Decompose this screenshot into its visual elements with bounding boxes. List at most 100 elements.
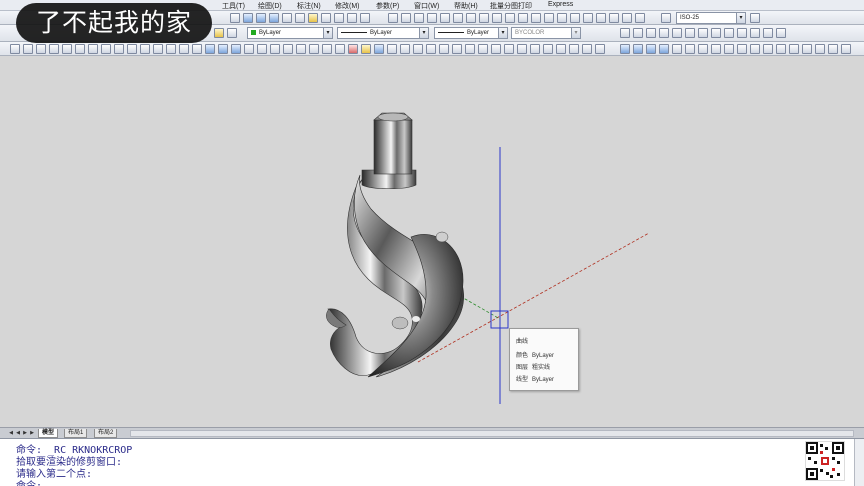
menu-parametric[interactable]: 参数(P) — [376, 1, 399, 10]
last-tab-icon[interactable]: ▶ — [29, 430, 35, 437]
horizontal-scrollbar[interactable] — [130, 430, 854, 437]
dim-edit-icon[interactable] — [609, 13, 619, 23]
properties-icon[interactable] — [282, 13, 292, 23]
walk-icon[interactable] — [491, 44, 501, 54]
tool-palettes-icon[interactable] — [308, 13, 318, 23]
tab-layout1[interactable]: 布局1 — [64, 429, 88, 438]
ucs-apply-icon[interactable] — [776, 28, 786, 38]
wedge-icon[interactable] — [36, 44, 46, 54]
zoom-previous-icon[interactable] — [269, 13, 279, 23]
planar-surface-icon[interactable] — [127, 44, 137, 54]
menu-modify[interactable]: 修改(M) — [335, 1, 360, 10]
sheet-set-icon[interactable] — [321, 13, 331, 23]
torus-icon[interactable] — [88, 44, 98, 54]
dim-linear-icon[interactable] — [388, 13, 398, 23]
command-window[interactable]: 命令: _RC RKNOKRCROP 拾取要渲染的修剪窗口: 请输入第二个点: … — [0, 438, 864, 486]
view-right-icon[interactable] — [569, 44, 579, 54]
zoom-realtime-icon[interactable] — [243, 13, 253, 23]
sweep-icon[interactable] — [166, 44, 176, 54]
presspull-icon[interactable] — [153, 44, 163, 54]
ucs-y-icon[interactable] — [750, 28, 760, 38]
dim-style-combo[interactable]: ISO-25 ▾ — [676, 12, 746, 24]
dim-arc-icon[interactable] — [414, 13, 424, 23]
zoom-window-icon[interactable] — [256, 13, 266, 23]
layer-delete-icon[interactable] — [841, 44, 851, 54]
3d-array-icon[interactable] — [283, 44, 293, 54]
view-left-icon[interactable] — [556, 44, 566, 54]
sphere-icon[interactable] — [62, 44, 72, 54]
3d-rotate-icon[interactable] — [257, 44, 267, 54]
fly-icon[interactable] — [504, 44, 514, 54]
dim-style-icon[interactable] — [661, 13, 671, 23]
menu-tools[interactable]: 工具(T) — [222, 1, 245, 10]
orbit-icon[interactable] — [465, 44, 475, 54]
ucs-origin-icon[interactable] — [698, 28, 708, 38]
dim-aligned-icon[interactable] — [401, 13, 411, 23]
object-viewport-icon[interactable] — [724, 44, 734, 54]
layer-match-icon[interactable] — [815, 44, 825, 54]
render-icon[interactable] — [322, 44, 332, 54]
dim-update-icon[interactable] — [635, 13, 645, 23]
menu-help[interactable]: 帮助(H) — [454, 1, 478, 10]
section-plane-icon[interactable] — [309, 44, 319, 54]
dim-ordinate-icon[interactable] — [427, 13, 437, 23]
color-combo[interactable]: ByLayer ▾ — [247, 27, 333, 39]
helix-icon[interactable] — [114, 44, 124, 54]
layer-state-icon[interactable] — [214, 28, 224, 38]
layer-isolate-icon[interactable] — [802, 44, 812, 54]
menu-draw[interactable]: 绘图(D) — [258, 1, 282, 10]
conceptual-icon[interactable] — [452, 44, 462, 54]
revolve-icon[interactable] — [179, 44, 189, 54]
pyramid-icon[interactable] — [101, 44, 111, 54]
intersect-icon[interactable] — [231, 44, 241, 54]
dim-text-edit-icon[interactable] — [622, 13, 632, 23]
loft-icon[interactable] — [192, 44, 202, 54]
view-front-icon[interactable] — [582, 44, 592, 54]
ucs-face-icon[interactable] — [659, 28, 669, 38]
help-icon[interactable] — [360, 13, 370, 23]
pan-icon[interactable] — [230, 13, 240, 23]
inspection-icon[interactable] — [583, 13, 593, 23]
union-icon[interactable] — [205, 44, 215, 54]
layer-freeze-icon[interactable] — [763, 44, 773, 54]
ucs-view-icon[interactable] — [685, 28, 695, 38]
cone-icon[interactable] — [49, 44, 59, 54]
layer-walk-icon[interactable] — [750, 44, 760, 54]
cylinder-icon[interactable] — [75, 44, 85, 54]
layer-lock-icon[interactable] — [789, 44, 799, 54]
tab-model[interactable]: 模型 — [38, 429, 59, 438]
dim-diameter-icon[interactable] — [466, 13, 476, 23]
center-mark-icon[interactable] — [570, 13, 580, 23]
menu-dimension[interactable]: 标注(N) — [297, 1, 321, 10]
markup-icon[interactable] — [334, 13, 344, 23]
view-bottom-icon[interactable] — [543, 44, 553, 54]
command-scrollbar[interactable] — [854, 439, 864, 486]
visual-styles-icon[interactable] — [387, 44, 397, 54]
dim-style-manager-icon[interactable] — [750, 13, 760, 23]
menu-batch-plot[interactable]: 批量分图打印 — [490, 1, 532, 10]
2d-wireframe-icon[interactable] — [400, 44, 410, 54]
view-nw-iso-icon[interactable] — [659, 44, 669, 54]
dim-jogged-icon[interactable] — [453, 13, 463, 23]
quick-dim-icon[interactable] — [492, 13, 502, 23]
3d-wireframe-icon[interactable] — [413, 44, 423, 54]
dim-continue-icon[interactable] — [518, 13, 528, 23]
polygon-viewport-icon[interactable] — [711, 44, 721, 54]
menu-window[interactable]: 窗口(W) — [414, 1, 439, 10]
dim-break-icon[interactable] — [544, 13, 554, 23]
ucs-zaxis-icon[interactable] — [711, 28, 721, 38]
subtract-icon[interactable] — [218, 44, 228, 54]
calculator-icon[interactable] — [347, 13, 357, 23]
clip-viewport-icon[interactable] — [698, 44, 708, 54]
view-se-iso-icon[interactable] — [633, 44, 643, 54]
3d-align-icon[interactable] — [270, 44, 280, 54]
3d-move-icon[interactable] — [244, 44, 254, 54]
dim-angular-icon[interactable] — [479, 13, 489, 23]
tolerance-icon[interactable] — [557, 13, 567, 23]
view-ne-iso-icon[interactable] — [646, 44, 656, 54]
polysolid-icon[interactable] — [10, 44, 20, 54]
viewport-icon[interactable] — [685, 44, 695, 54]
box-icon[interactable] — [23, 44, 33, 54]
ucs-x-icon[interactable] — [737, 28, 747, 38]
command-input-line[interactable]: 命令: — [16, 477, 42, 486]
